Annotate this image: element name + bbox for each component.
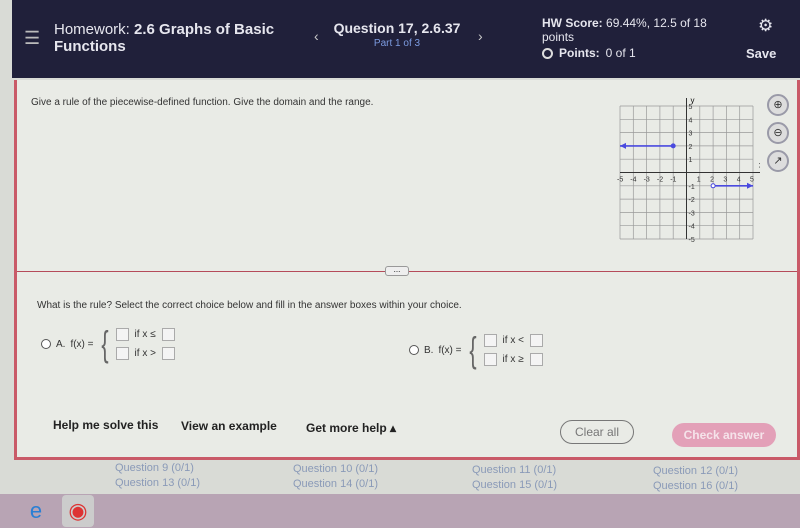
homework-title: Homework: 2.6 Graphs of Basic Functions [54,21,294,55]
x-tick-label: 1 [697,177,701,184]
y-tick-label: -3 [689,210,695,217]
question-link[interactable]: Question 12 (0/1) [653,465,738,477]
x-axis-label: x [759,161,760,170]
b-value-2-input[interactable] [483,353,497,366]
question-part: Part 1 of 3 [373,38,421,49]
points-circle-icon [542,47,553,59]
popout-icon[interactable]: ↗ [767,150,789,172]
y-tick-label: -5 [689,237,695,244]
y-tick-label: -4 [689,224,695,231]
question-link[interactable]: Question 16 (0/1) [653,480,738,492]
y-tick-label: 2 [689,144,693,151]
internet-explorer-icon[interactable]: e [20,495,52,527]
menu-icon[interactable]: ☰ [24,28,40,49]
question-prompt: Give a rule of the piecewise-defined fun… [31,97,374,108]
x-tick-label: -4 [630,177,636,184]
b-cond-1: if x < [502,335,524,346]
a-value-2-input[interactable] [115,347,129,360]
x-tick-label: 4 [737,177,741,184]
b-bound-2-input[interactable] [529,353,543,366]
choice-a-label: A. [56,338,66,350]
a-bound-1-input[interactable] [161,328,175,341]
zoom-in-icon[interactable]: ⊕ [767,94,789,116]
view-example-link[interactable]: View an example [181,419,277,433]
arrow-head [747,182,753,189]
question-link[interactable]: Question 13 (0/1) [115,477,200,489]
chrome-icon[interactable]: ◉ [62,495,94,527]
choice-a[interactable]: A. f(x) = { if x ≤ if x > [41,326,175,362]
clear-all-button[interactable]: Clear all [560,420,634,444]
hw-score-label: HW Score: [542,16,603,30]
y-tick-label: 5 [689,104,693,111]
graph: xy-5-5-4-4-3-3-2-2-1-11122334455 [617,96,760,244]
choice-a-fx: f(x) = [70,338,94,350]
x-tick-label: 5 [750,177,754,184]
x-tick-label: -2 [657,177,663,184]
help-me-solve-link[interactable]: Help me solve this [53,418,158,432]
points-label: Points: [559,46,600,60]
a-cond-1: if x ≤ [134,329,156,340]
choice-b-label: B. [424,344,434,356]
endpoint-dot [710,183,716,189]
gear-icon[interactable]: ⚙ [758,16,773,36]
brace: { [100,323,109,364]
question-link[interactable]: Question 11 (0/1) [472,464,556,476]
check-answer-button[interactable]: Check answer [672,423,776,447]
header-bar: ☰ Homework: 2.6 Graphs of Basic Function… [12,0,800,78]
points: Points: 0 of 1 [542,46,636,60]
x-tick-label: -1 [670,177,676,184]
arrow-head [620,142,626,149]
prev-question-button[interactable]: ‹ [314,28,319,44]
choice-b-fx: f(x) = [438,344,462,356]
x-tick-label: 3 [723,177,727,184]
radio-a[interactable] [41,339,51,349]
b-cond-2: if x ≥ [502,354,524,365]
get-more-help-link[interactable]: Get more help ▴ [306,421,396,435]
expand-handle[interactable]: ... [385,266,409,276]
question-link[interactable]: Question 15 (0/1) [472,479,557,491]
a-cond-2: if x > [134,348,156,359]
b-bound-1-input[interactable] [529,334,543,347]
a-bound-2-input[interactable] [161,347,175,360]
zoom-out-icon[interactable]: ⊖ [767,122,789,144]
y-tick-label: 1 [689,157,693,164]
hw-score: HW Score: 69.44%, 12.5 of 18 points [542,16,732,44]
points-value: 0 of 1 [605,46,636,60]
radio-b[interactable] [409,345,419,355]
save-button[interactable]: Save [746,46,776,61]
a-value-1-input[interactable] [115,328,129,341]
y-tick-label: -2 [689,197,695,204]
question-link[interactable]: Question 14 (0/1) [293,478,378,490]
question-title: Question 17, 2.6.37 [333,20,461,36]
question-panel: Give a rule of the piecewise-defined fun… [14,80,800,460]
instruction: What is the rule? Select the correct cho… [37,300,462,311]
y-tick-label: 4 [689,117,693,124]
y-tick-label: -1 [689,184,695,191]
y-tick-label: 3 [689,131,693,138]
b-value-1-input[interactable] [483,334,497,347]
endpoint-dot [670,143,676,149]
x-tick-label: 2 [710,177,714,184]
next-question-button[interactable]: › [478,28,483,44]
x-tick-label: -3 [644,177,650,184]
choice-b[interactable]: B. f(x) = { if x < if x ≥ [409,332,543,368]
brace: { [468,329,477,370]
homework-prefix: Homework: [54,21,130,38]
question-link[interactable]: Question 9 (0/1) [115,462,194,474]
x-tick-label: -5 [617,177,623,184]
taskbar: e ◉ [0,494,800,528]
question-link[interactable]: Question 10 (0/1) [293,463,378,475]
